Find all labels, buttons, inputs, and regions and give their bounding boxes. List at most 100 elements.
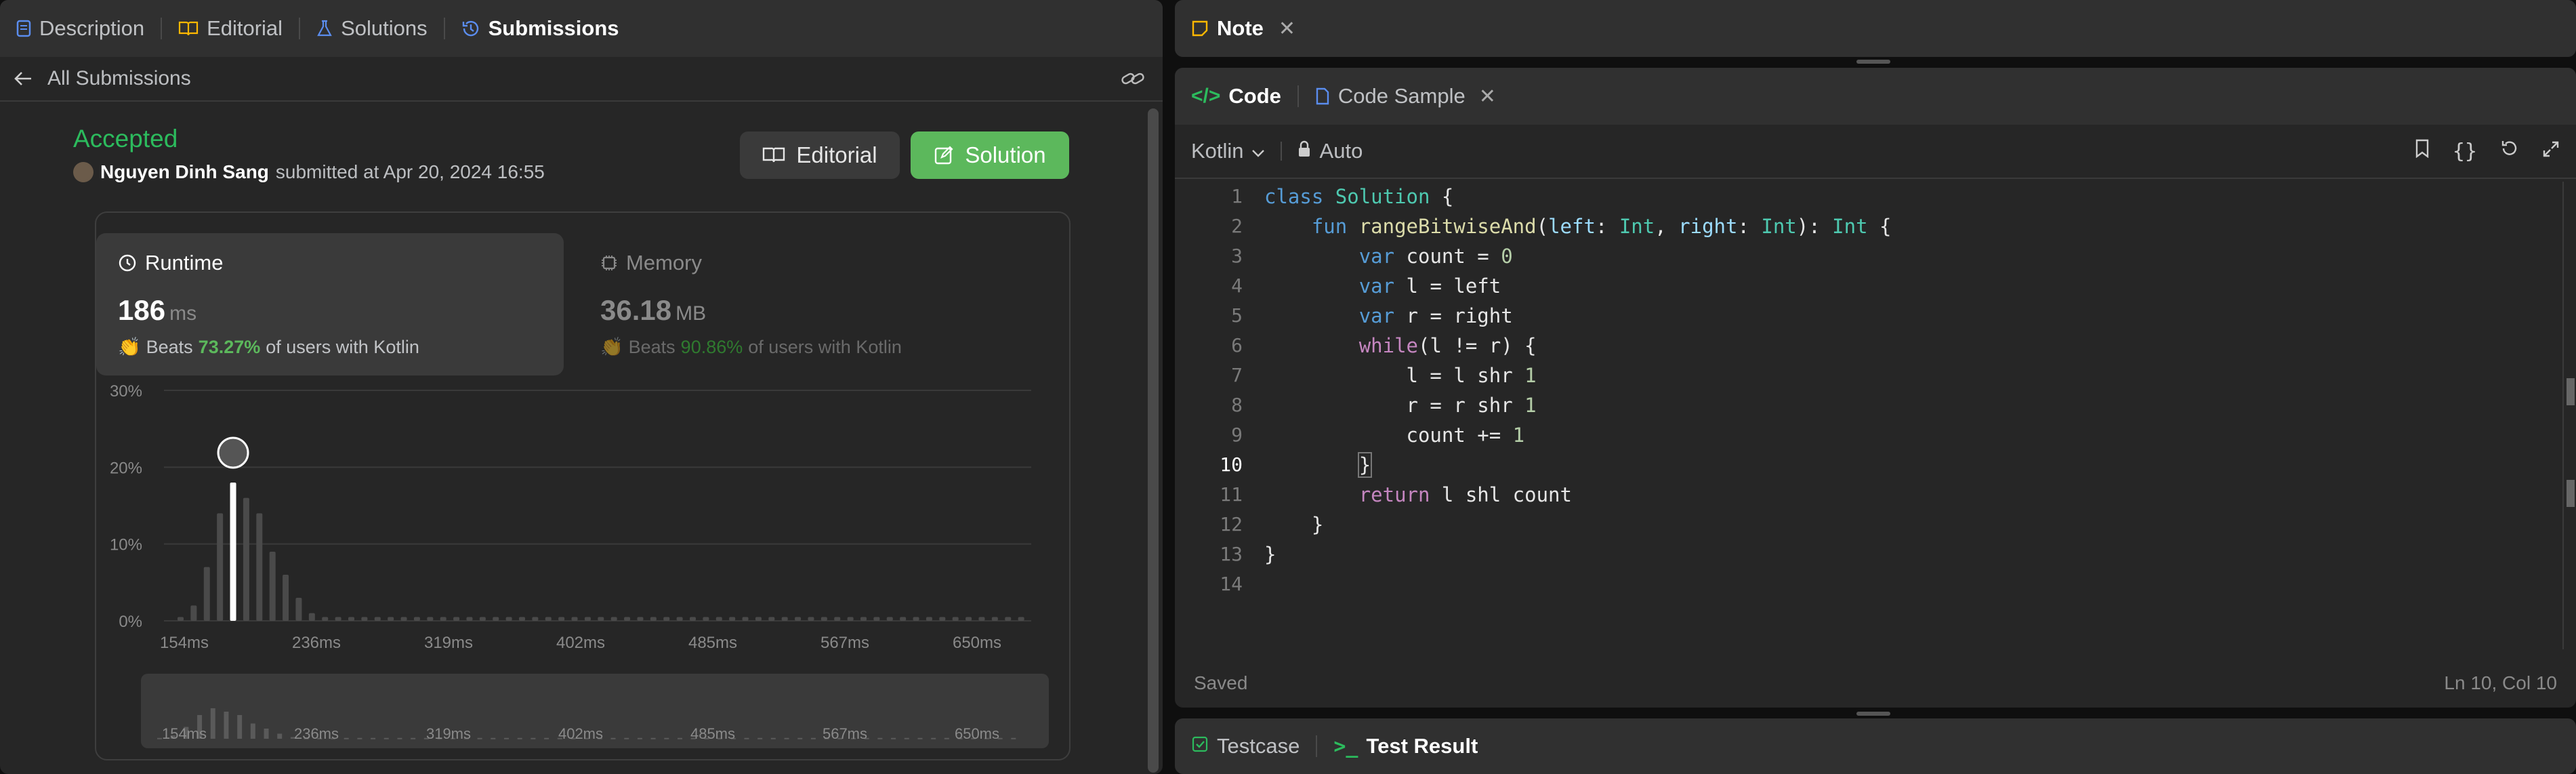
overview-bar <box>383 737 389 739</box>
all-submissions-link[interactable]: All Submissions <box>47 67 191 90</box>
overview-bar <box>264 729 269 739</box>
chart-bar <box>965 617 972 621</box>
overview-bar <box>1011 737 1016 739</box>
line-number-gutter: 1 2 3 4 5 6 7 8 9 10 11 12 13 14 <box>1175 182 1243 599</box>
chart-bar <box>598 617 604 621</box>
overview-bar <box>397 737 402 739</box>
left-tabbar: Description Editorial Solutions Submissi… <box>0 0 1163 57</box>
submitter-name[interactable]: Nguyen Dinh Sang <box>100 161 269 183</box>
overview-bar <box>757 737 763 739</box>
chart-bar <box>637 617 644 621</box>
overview-bar <box>810 737 816 739</box>
overview-bar <box>544 737 549 739</box>
editor-actions: {} <box>2415 139 2560 163</box>
chart-bar <box>1005 617 1012 621</box>
panel-resize-handle[interactable] <box>1856 712 1890 716</box>
left-scrollbar[interactable] <box>1148 108 1159 773</box>
editor-toolbar: Kotlin Auto {} <box>1175 125 2576 179</box>
link-icon[interactable] <box>1121 69 1145 88</box>
line-number: 13 <box>1220 543 1243 565</box>
edit-icon <box>934 145 954 165</box>
chart-bar <box>584 617 591 621</box>
tab-editorial[interactable]: Editorial <box>162 0 299 57</box>
bookmark-icon[interactable] <box>2415 139 2430 163</box>
tab-test-result-label: Test Result <box>1366 734 1478 758</box>
runtime-metric[interactable]: Runtime 186 ms 👏 Beats 73.27% of users wi… <box>96 233 564 375</box>
tab-description[interactable]: Description <box>0 0 161 57</box>
memory-metric[interactable]: Memory 36.18 MB 👏 Beats 90.86% of users w… <box>579 233 1046 375</box>
chart-bar <box>991 617 998 621</box>
editor-scrollbar[interactable] <box>2562 182 2576 649</box>
auto-mode[interactable]: Auto <box>1297 139 1363 163</box>
tab-solutions[interactable]: Solutions <box>300 0 444 57</box>
left-panel: Description Editorial Solutions Submissi… <box>0 0 1163 774</box>
chart-bar <box>217 513 224 621</box>
memory-unit: MB <box>676 302 707 325</box>
tab-code[interactable]: </> Code <box>1175 68 1297 125</box>
submitted-at: submitted at Apr 20, 2024 16:55 <box>275 161 545 182</box>
x-tick-label: 236ms <box>292 634 341 652</box>
chart-bar <box>820 617 827 621</box>
chart-bar <box>808 617 814 621</box>
expand-icon[interactable] <box>2542 139 2560 163</box>
overview-bar <box>637 737 642 739</box>
editorial-button[interactable]: Editorial <box>740 131 900 179</box>
overview-bar <box>504 737 509 739</box>
language-select[interactable]: Kotlin <box>1191 139 1266 163</box>
beats-hands-icon: 👏 <box>118 337 141 357</box>
tab-code-sample[interactable]: Code Sample ✕ <box>1299 68 1512 125</box>
panel-resize-handle[interactable] <box>1856 60 1890 64</box>
close-icon[interactable]: ✕ <box>1279 17 1295 41</box>
chart-bar <box>466 617 473 621</box>
chart-bar <box>624 617 631 621</box>
auto-label: Auto <box>1319 139 1363 163</box>
overview-tick-label: 154ms <box>162 725 207 742</box>
chart-bar <box>886 617 893 621</box>
file-icon <box>1315 87 1330 105</box>
editorial-button-label: Editorial <box>796 142 877 167</box>
tab-testcase-label: Testcase <box>1217 734 1300 758</box>
overview-bar <box>531 737 536 739</box>
chart-bar <box>545 617 552 621</box>
chart-bar <box>715 617 722 621</box>
solution-button[interactable]: Solution <box>911 131 1069 179</box>
line-number: 14 <box>1220 573 1243 595</box>
close-icon[interactable]: ✕ <box>1479 85 1496 108</box>
chart-bar <box>388 617 394 621</box>
chart-bar <box>269 552 276 621</box>
editor-statusbar: Saved Ln 10, Col 10 <box>1194 672 2557 694</box>
tab-test-result[interactable]: >_ Test Result <box>1317 718 1494 774</box>
note-tabbar: Note ✕ <box>1175 0 2576 57</box>
history-icon <box>461 19 480 38</box>
chart-bar <box>926 617 932 621</box>
arrow-left-icon[interactable] <box>14 70 33 87</box>
saved-status: Saved <box>1194 672 1248 693</box>
overview-bar <box>517 737 522 739</box>
overview-bar <box>624 737 629 739</box>
submitter-line: Nguyen Dinh Sang submitted at Apr 20, 20… <box>73 161 545 183</box>
y-tick-label: 30% <box>110 382 142 401</box>
overview-bar <box>210 708 215 739</box>
chart-bar <box>308 613 315 621</box>
chart-bar <box>755 617 762 621</box>
chart-bar <box>427 617 434 621</box>
x-tick-label: 154ms <box>160 634 209 652</box>
tab-note[interactable]: Note ✕ <box>1175 0 1312 57</box>
tab-testcase[interactable]: Testcase <box>1175 718 1316 774</box>
chart-bar <box>400 617 407 621</box>
line-number: 1 <box>1231 185 1243 207</box>
chart-bar <box>742 617 749 621</box>
overview-bar <box>678 737 682 739</box>
code-editor[interactable]: class Solution { fun rangeBitwiseAnd(lef… <box>1264 182 1891 599</box>
reset-icon[interactable] <box>2500 139 2519 163</box>
runtime-distribution-chart[interactable]: 30% 20% 10% 0% 154ms 236ms 319ms 402ms 485ms 567m… <box>96 382 1069 759</box>
tab-note-label: Note <box>1217 16 1264 40</box>
chart-bar <box>952 617 959 621</box>
chart-bar <box>781 617 788 621</box>
chart-bar <box>178 617 184 621</box>
format-braces-icon[interactable]: {} <box>2453 140 2477 163</box>
tab-submissions[interactable]: Submissions <box>445 0 636 57</box>
tests-tabbar: Testcase >_ Test Result <box>1175 718 2576 774</box>
overview-bar <box>277 733 283 739</box>
user-avatar-marker <box>217 436 249 469</box>
